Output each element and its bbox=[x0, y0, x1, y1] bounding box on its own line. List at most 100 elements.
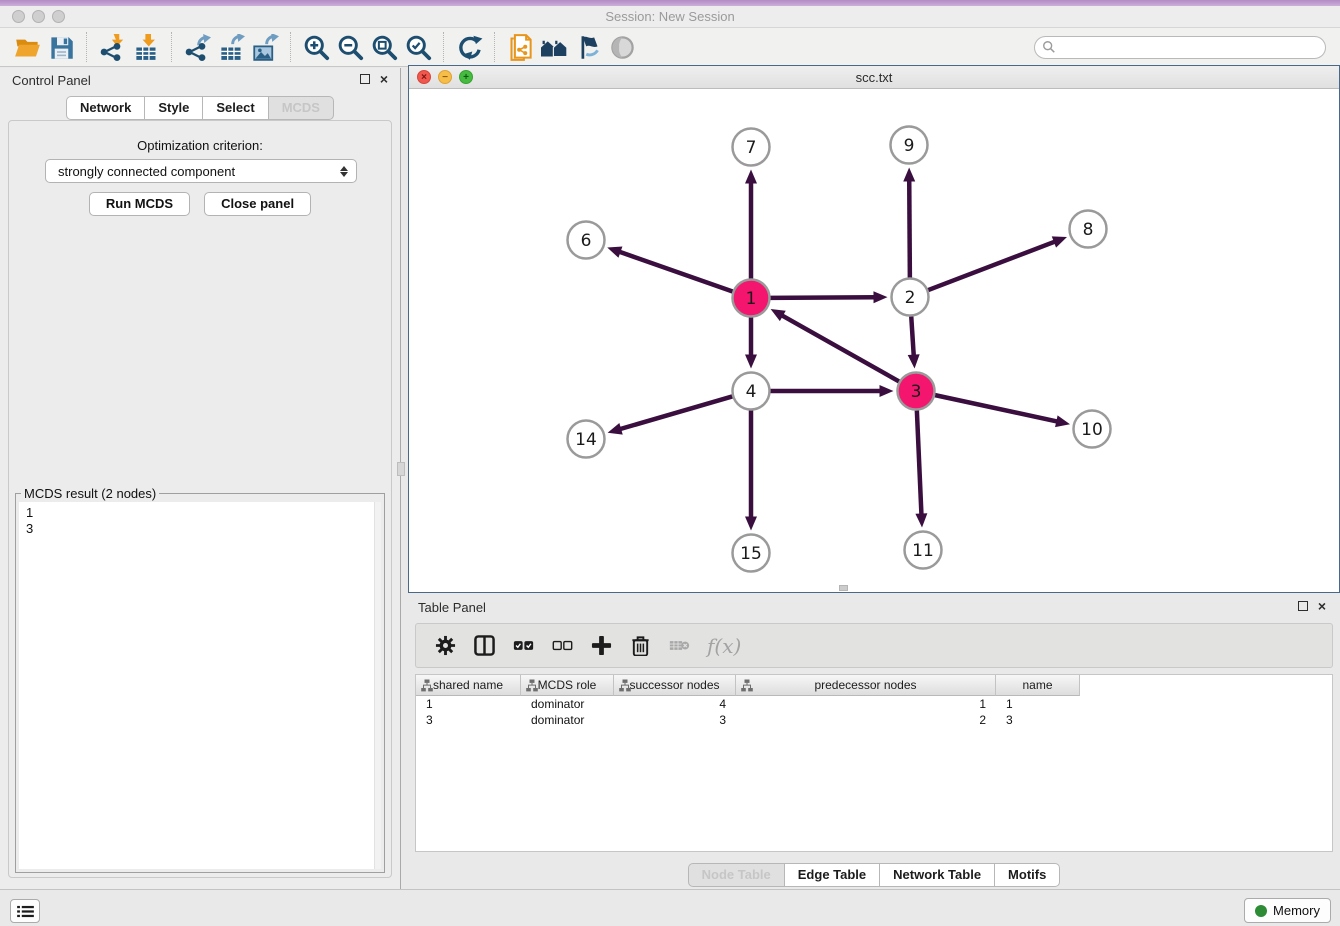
table-row[interactable]: 1dominator411 bbox=[416, 696, 1332, 712]
export-image-button[interactable] bbox=[248, 31, 282, 63]
float-panel-icon[interactable] bbox=[360, 74, 370, 84]
edge-1-2[interactable] bbox=[770, 297, 876, 298]
zoom-selected-icon bbox=[405, 34, 432, 61]
session-title: Session: New Session bbox=[0, 9, 1340, 24]
tab-select[interactable]: Select bbox=[203, 96, 268, 120]
task-history-button[interactable] bbox=[10, 899, 40, 923]
edge-2-9[interactable] bbox=[909, 178, 910, 277]
edge-2-3[interactable] bbox=[911, 316, 914, 357]
delete-column-button[interactable] bbox=[625, 631, 655, 661]
tree-column-icon bbox=[526, 679, 538, 692]
tab-style[interactable]: Style bbox=[145, 96, 203, 120]
show-all-button[interactable] bbox=[605, 31, 639, 63]
edge-arrowhead bbox=[908, 354, 920, 368]
canvas-hscroll-handle[interactable] bbox=[839, 585, 848, 591]
edge-4-14[interactable] bbox=[618, 396, 732, 429]
import-table-button[interactable] bbox=[129, 31, 163, 63]
control-panel: Control Panel × NetworkStyleSelectMCDS O… bbox=[0, 68, 401, 889]
apply-layout-button[interactable] bbox=[452, 31, 486, 63]
run-mcds-button[interactable]: Run MCDS bbox=[89, 192, 190, 216]
edge-arrowhead bbox=[873, 291, 887, 303]
dropdown-arrows-icon bbox=[340, 166, 348, 177]
deselect-all-rows-button[interactable] bbox=[547, 631, 577, 661]
show-column-button[interactable] bbox=[469, 631, 499, 661]
mcds-result-title: MCDS result (2 nodes) bbox=[21, 486, 159, 501]
delete-table-button[interactable] bbox=[664, 631, 694, 661]
zoom-selected-button[interactable] bbox=[401, 31, 435, 63]
table-cell[interactable]: 1 bbox=[736, 696, 996, 712]
zoom-out-button[interactable] bbox=[333, 31, 367, 63]
tab-mcds[interactable]: MCDS bbox=[269, 96, 334, 120]
export-table-button[interactable] bbox=[214, 31, 248, 63]
float-table-panel-icon[interactable] bbox=[1298, 601, 1308, 611]
select-all-rows-button[interactable] bbox=[508, 631, 538, 661]
table-tab-network-table[interactable]: Network Table bbox=[880, 863, 995, 887]
tab-network[interactable]: Network bbox=[66, 96, 145, 120]
search-input[interactable] bbox=[1056, 38, 1325, 57]
hide-selected-button[interactable] bbox=[571, 31, 605, 63]
close-panel-icon[interactable]: × bbox=[380, 73, 388, 85]
close-panel-button[interactable]: Close panel bbox=[204, 192, 311, 216]
table-options-button[interactable] bbox=[430, 631, 460, 661]
table-body: 1dominator4113dominator323 bbox=[416, 696, 1332, 728]
table-cell[interactable]: 3 bbox=[996, 712, 1080, 728]
table-row[interactable]: 3dominator323 bbox=[416, 712, 1332, 728]
optimization-criterion-label: Optimization criterion: bbox=[9, 138, 391, 153]
column-header-MCDS-role[interactable]: MCDS role bbox=[521, 675, 614, 696]
import-network-button[interactable] bbox=[95, 31, 129, 63]
network-canvas[interactable]: 7968124314101511 bbox=[409, 89, 1339, 592]
panel-splitter-handle[interactable] bbox=[397, 462, 405, 476]
unchecked-boxes-icon bbox=[552, 635, 573, 656]
column-header-predecessor-nodes[interactable]: predecessor nodes bbox=[736, 675, 996, 696]
edge-2-8[interactable] bbox=[928, 241, 1056, 290]
table-cell[interactable]: 3 bbox=[614, 712, 736, 728]
table-cell[interactable]: 3 bbox=[416, 712, 521, 728]
table-cell[interactable]: dominator bbox=[521, 712, 614, 728]
first-neighbors-button[interactable] bbox=[537, 31, 571, 63]
table-tab-motifs[interactable]: Motifs bbox=[995, 863, 1060, 887]
control-panel-tabs: NetworkStyleSelectMCDS bbox=[0, 96, 400, 120]
gear-icon bbox=[435, 635, 456, 656]
node-label-1: 1 bbox=[746, 289, 757, 309]
table-cell[interactable]: 1 bbox=[996, 696, 1080, 712]
table-cell[interactable]: dominator bbox=[521, 696, 614, 712]
network-window-titlebar[interactable]: × − + scc.txt bbox=[409, 66, 1339, 89]
edge-3-11[interactable] bbox=[917, 410, 922, 516]
column-header-shared-name[interactable]: shared name bbox=[416, 675, 521, 696]
edge-3-10[interactable] bbox=[935, 395, 1059, 422]
table-cell[interactable]: 1 bbox=[416, 696, 521, 712]
edge-arrowhead bbox=[880, 385, 894, 397]
main-titlebar: Session: New Session bbox=[0, 6, 1340, 28]
result-scrollbar[interactable] bbox=[374, 502, 381, 869]
table-tab-edge-table[interactable]: Edge Table bbox=[785, 863, 880, 887]
columns-icon bbox=[474, 635, 495, 656]
save-session-button[interactable] bbox=[44, 31, 78, 63]
node-table[interactable]: shared nameMCDS rolesuccessor nodesprede… bbox=[415, 674, 1333, 852]
zoom-fit-icon bbox=[371, 34, 398, 61]
criterion-dropdown[interactable]: strongly connected component bbox=[45, 159, 357, 183]
search-field[interactable] bbox=[1034, 36, 1326, 59]
criterion-value: strongly connected component bbox=[58, 164, 340, 179]
function-builder-button[interactable]: f(x) bbox=[703, 634, 741, 658]
memory-button[interactable]: Memory bbox=[1244, 898, 1331, 923]
close-table-panel-icon[interactable]: × bbox=[1318, 600, 1326, 612]
edge-arrowhead bbox=[915, 513, 927, 527]
column-header-successor-nodes[interactable]: successor nodes bbox=[614, 675, 736, 696]
export-network-button[interactable] bbox=[180, 31, 214, 63]
main-toolbar bbox=[0, 28, 1340, 67]
edge-1-6[interactable] bbox=[618, 251, 733, 291]
add-column-button[interactable] bbox=[586, 631, 616, 661]
node-label-6: 6 bbox=[581, 231, 592, 251]
zoom-in-button[interactable] bbox=[299, 31, 333, 63]
network-from-selection-button[interactable] bbox=[503, 31, 537, 63]
mcds-result-area[interactable]: 1 3 bbox=[19, 502, 381, 869]
zoom-fit-button[interactable] bbox=[367, 31, 401, 63]
table-tab-node-table[interactable]: Node Table bbox=[688, 863, 785, 887]
edge-3-1[interactable] bbox=[780, 314, 899, 381]
open-file-button[interactable] bbox=[10, 31, 44, 63]
node-label-7: 7 bbox=[746, 138, 757, 158]
table-cell[interactable]: 4 bbox=[614, 696, 736, 712]
column-header-name[interactable]: name bbox=[996, 675, 1080, 696]
export-network-icon bbox=[184, 34, 211, 61]
table-cell[interactable]: 2 bbox=[736, 712, 996, 728]
